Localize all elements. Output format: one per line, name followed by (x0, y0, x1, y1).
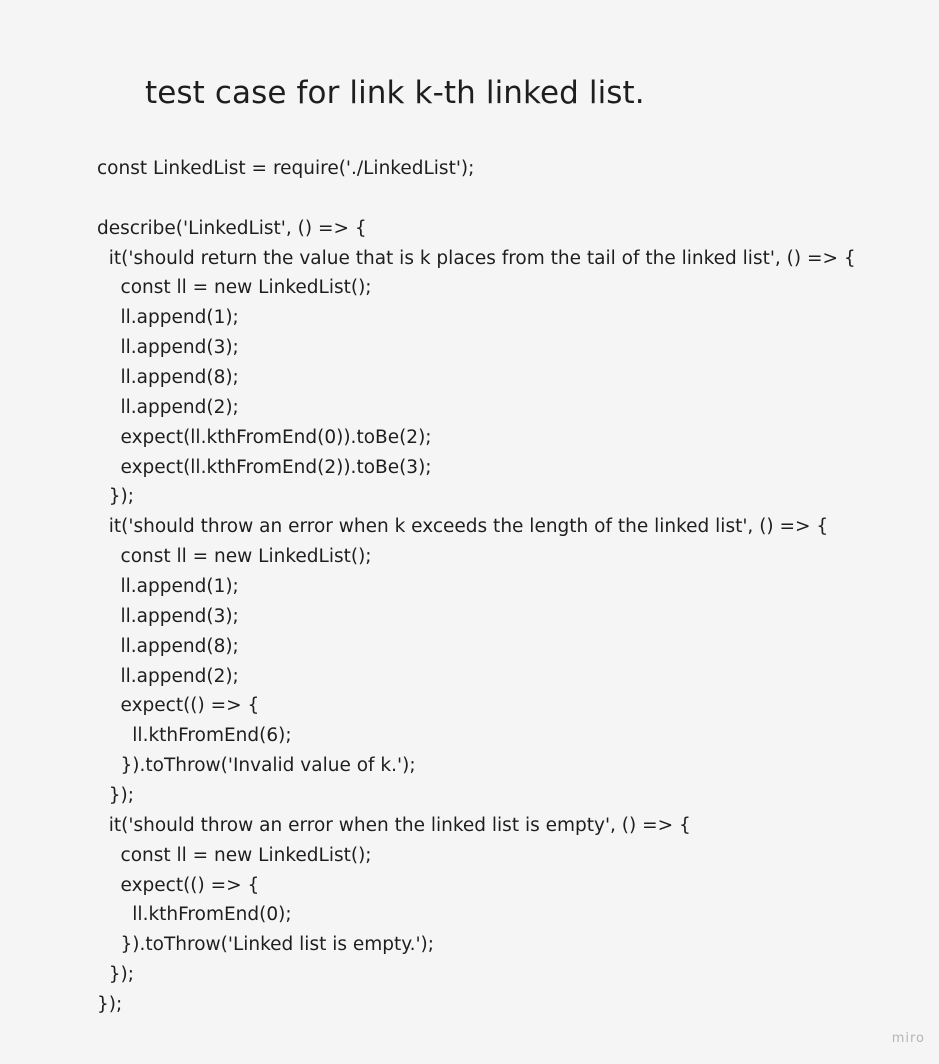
sticky-title: test case for link k-th linked list. (145, 75, 645, 111)
miro-watermark: miro (891, 1031, 925, 1046)
code-line: }); (97, 994, 123, 1016)
code-line: }).toThrow('Invalid value of k.'); (97, 755, 416, 777)
code-line: expect(() => { (97, 874, 260, 896)
code-line: ll.append(1); (97, 307, 239, 329)
code-line: it('should return the value that is k pl… (97, 247, 856, 269)
code-line: expect(() => { (97, 695, 260, 717)
code-line: }); (97, 486, 134, 508)
code-line: ll.append(3); (97, 605, 239, 627)
code-text-block[interactable]: const LinkedList = require('./LinkedList… (97, 154, 897, 1020)
code-line: ll.kthFromEnd(6); (97, 725, 292, 747)
code-line: it('should throw an error when the linke… (97, 814, 691, 836)
code-line: ll.append(1); (97, 576, 239, 598)
code-line: describe('LinkedList', () => { (97, 217, 367, 239)
code-line: ll.append(3); (97, 337, 239, 359)
code-line: ll.kthFromEnd(0); (97, 904, 292, 926)
code-line: const ll = new LinkedList(); (97, 546, 372, 568)
whiteboard-canvas[interactable]: test case for link k-th linked list. con… (0, 0, 939, 1064)
code-line: ll.append(8); (97, 367, 239, 389)
code-line: it('should throw an error when k exceeds… (97, 516, 829, 538)
code-line: }).toThrow('Linked list is empty.'); (97, 934, 435, 956)
code-line: const LinkedList = require('./LinkedList… (97, 158, 475, 179)
code-line: ll.append(2); (97, 665, 239, 687)
code-line: ll.append(8); (97, 635, 239, 657)
code-line: const ll = new LinkedList(); (97, 844, 372, 866)
code-line: }); (97, 785, 134, 807)
code-line: const ll = new LinkedList(); (97, 277, 372, 299)
code-line: }); (97, 964, 134, 986)
code-line: expect(ll.kthFromEnd(2)).toBe(3); (97, 456, 432, 478)
code-line: expect(ll.kthFromEnd(0)).toBe(2); (97, 426, 432, 448)
code-line: ll.append(2); (97, 396, 239, 418)
